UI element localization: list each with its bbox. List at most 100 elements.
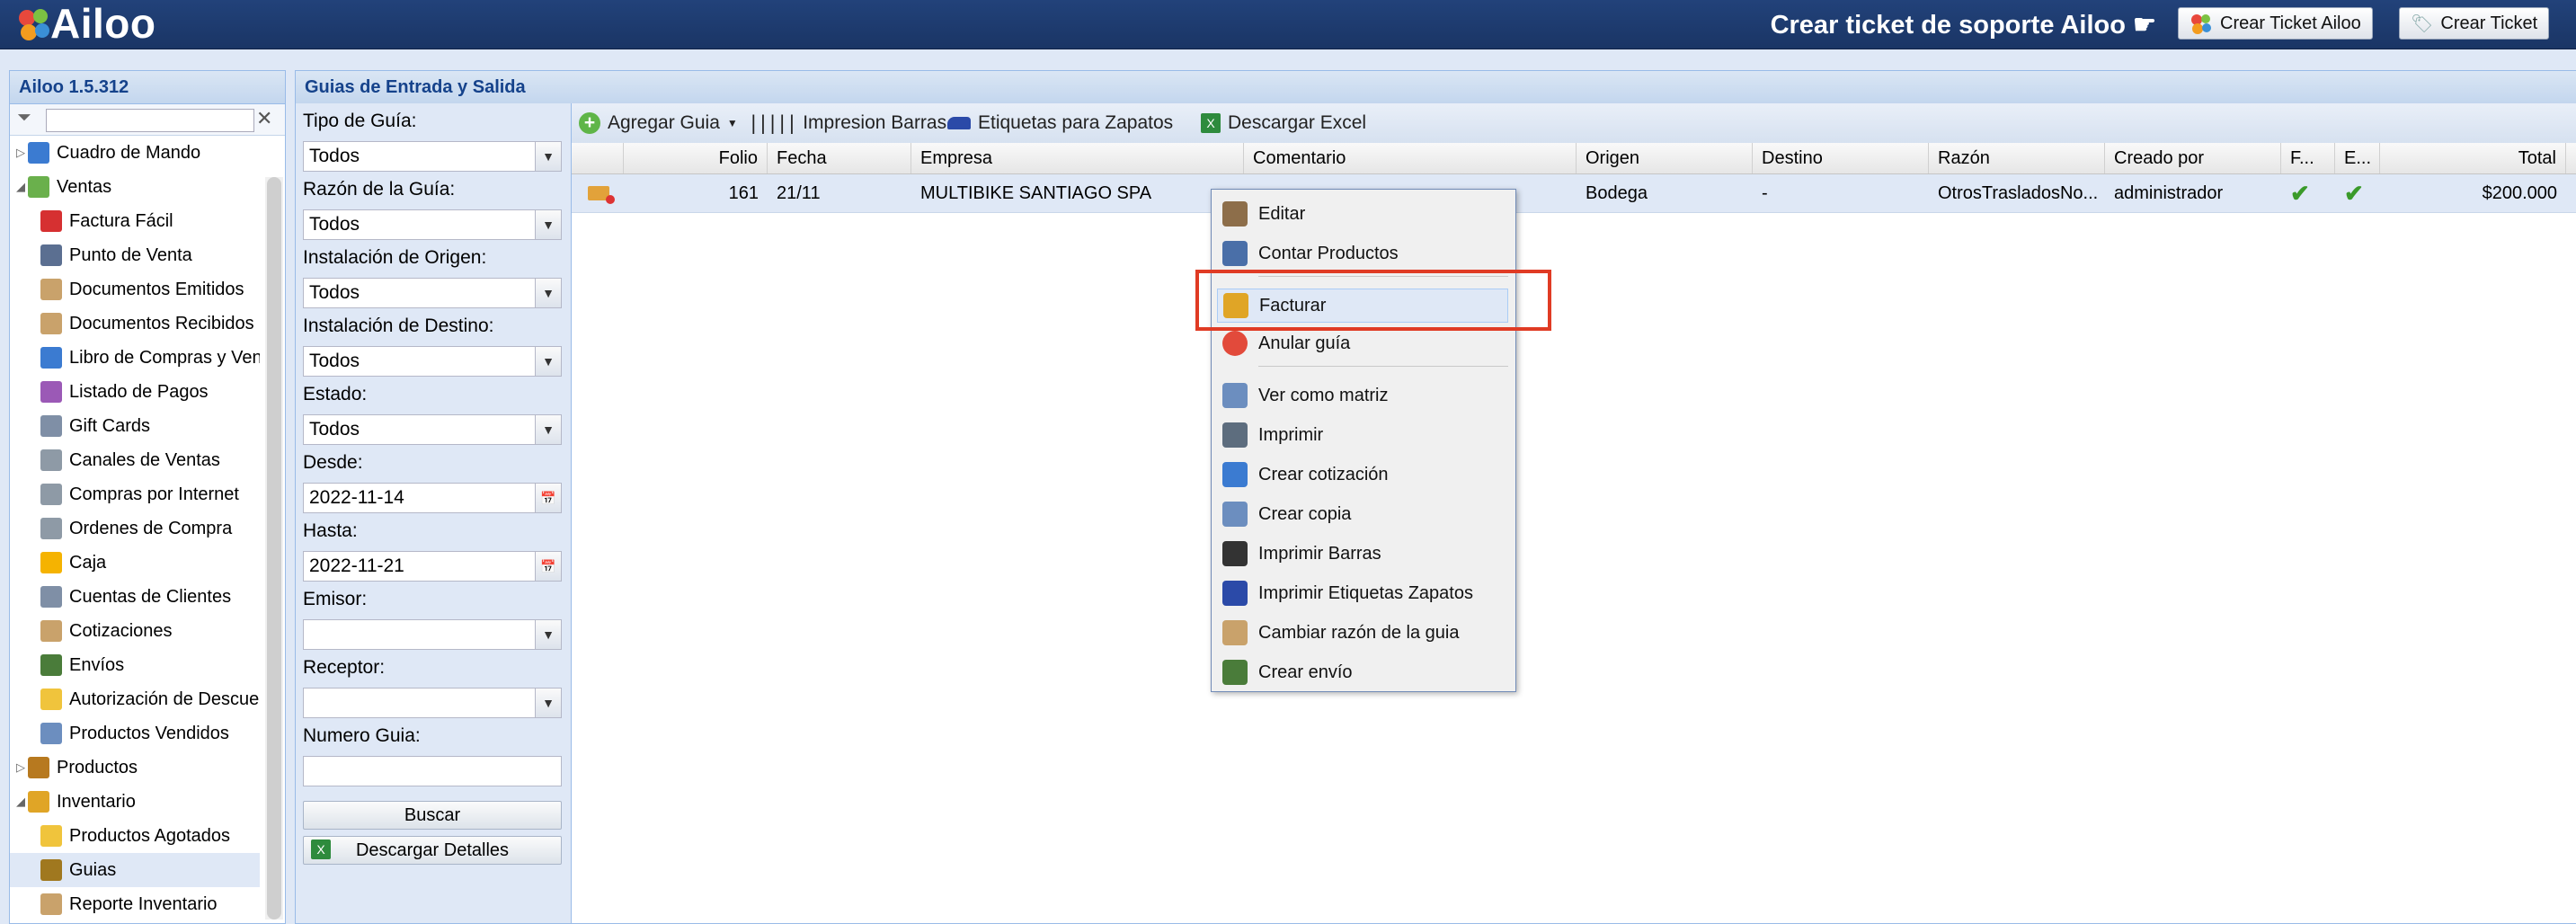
menu-item-crear-copia[interactable]: Crear copia <box>1217 497 1508 531</box>
menu-item-label: Anular guía <box>1258 333 1351 353</box>
sidebar-item-canales-de-ventas[interactable]: Canales de Ventas <box>10 443 260 477</box>
header-total[interactable]: Total <box>2380 143 2566 173</box>
sidebar-item-factura-fácil[interactable]: Factura Fácil <box>10 204 260 238</box>
sidebar-item-cotizaciones[interactable]: Cotizaciones <box>10 614 260 648</box>
menu-item-anular-guía[interactable]: Anular guía <box>1217 326 1508 360</box>
sidebar-item-envíos[interactable]: Envíos <box>10 648 260 682</box>
estado-select[interactable]: Todos ▼ <box>303 414 562 445</box>
sidebar-item-productos[interactable]: ▷ Productos <box>10 751 260 785</box>
header-destino[interactable]: Destino <box>1753 143 1929 173</box>
sidebar-item-label: Cuadro de Mando <box>57 142 201 163</box>
create-ticket-button[interactable]: 🏷 Crear Ticket <box>2399 7 2550 40</box>
sidebar-item-cuadro-de-mando[interactable]: ▷ Cuadro de Mando <box>10 136 260 170</box>
expanded-arrow-icon[interactable]: ◢ <box>13 795 28 809</box>
destino-select[interactable]: Todos ▼ <box>303 346 562 377</box>
facturar-highlight-box <box>1195 270 1551 331</box>
cart-icon <box>40 449 62 471</box>
receptor-select[interactable]: ▼ <box>303 688 562 718</box>
collapsed-arrow-icon[interactable]: ▷ <box>13 146 28 160</box>
sidebar-item-guias[interactable]: Guias <box>10 853 260 887</box>
collapsed-arrow-icon[interactable]: ▷ <box>13 760 28 775</box>
menu-item-imprimir-barras[interactable]: Imprimir Barras <box>1217 537 1508 571</box>
impresion-barras-button[interactable]: ||||| Impresion Barras <box>748 109 946 138</box>
sidebar-item-label: Productos Agotados <box>69 825 231 846</box>
sidebar-item-documentos-recibidos[interactable]: Documentos Recibidos <box>10 307 260 341</box>
menu-item-crear-envío[interactable]: Crear envío <box>1217 655 1508 689</box>
chevron-down-icon[interactable]: ▼ <box>535 210 561 239</box>
header-folio[interactable]: Folio <box>624 143 768 173</box>
book-icon <box>40 347 62 369</box>
header-e[interactable]: E... <box>2335 143 2380 173</box>
emisor-select[interactable]: ▼ <box>303 619 562 650</box>
razon-guia-select[interactable]: Todos ▼ <box>303 209 562 240</box>
sidebar-item-gift-cards[interactable]: Gift Cards <box>10 409 260 443</box>
scrollbar-thumb[interactable] <box>267 177 281 920</box>
calendar-icon[interactable]: 📅 <box>535 484 561 512</box>
calendar-icon[interactable]: 📅 <box>535 552 561 581</box>
sidebar-item-autorización-de-descuentos[interactable]: Autorización de Descuentos <box>10 682 260 716</box>
header-icon-col <box>572 143 624 173</box>
cell-fecha: 21/11 <box>777 183 821 203</box>
menu-item-label: Crear cotización <box>1258 464 1389 484</box>
buscar-button[interactable]: Buscar <box>303 801 562 830</box>
header-comentario[interactable]: Comentario <box>1244 143 1577 173</box>
clear-filter-icon[interactable]: ✕ <box>256 107 272 130</box>
chevron-down-icon[interactable]: ▼ <box>535 142 561 171</box>
sidebar-item-ordenes-de-compra[interactable]: Ordenes de Compra <box>10 511 260 546</box>
sidebar-item-compras-por-internet[interactable]: Compras por Internet <box>10 477 260 511</box>
etiquetas-zapatos-button[interactable]: Etiquetas para Zapatos <box>947 109 1173 138</box>
sidebar-item-listado-de-pagos[interactable]: Listado de Pagos <box>10 375 260 409</box>
dropdown-arrow-icon: ▼ <box>726 117 738 129</box>
sidebar-item-cuentas-de-clientes[interactable]: Cuentas de Clientes <box>10 580 260 614</box>
header-origen[interactable]: Origen <box>1577 143 1753 173</box>
header-empresa[interactable]: Empresa <box>911 143 1244 173</box>
header-creado-por[interactable]: Creado por <box>2105 143 2281 173</box>
top-bar: Ailoo Crear ticket de soporte Ailoo ☛ Cr… <box>0 0 2576 49</box>
sidebar-item-label: Gift Cards <box>69 415 151 436</box>
sidebar-item-ventas[interactable]: ◢ Ventas <box>10 170 260 204</box>
table-row[interactable]: 161 21/11 MULTIBIKE SANTIAGO SPA Bodega … <box>572 174 2576 213</box>
chevron-down-icon[interactable]: ▼ <box>535 279 561 307</box>
add-icon: + <box>579 112 600 134</box>
menu-item-contar-productos[interactable]: Contar Productos <box>1217 236 1508 271</box>
numero-guia-input[interactable] <box>303 756 562 786</box>
header-f[interactable]: F... <box>2281 143 2335 173</box>
sidebar-item-productos-vendidos[interactable]: Productos Vendidos <box>10 716 260 751</box>
expanded-arrow-icon[interactable]: ◢ <box>13 180 28 194</box>
menu-item-editar[interactable]: Editar <box>1217 197 1508 231</box>
sidebar-item-punto-de-venta[interactable]: Punto de Venta <box>10 238 260 272</box>
barcode-icon <box>1222 541 1248 566</box>
filter-funnel-icon[interactable]: ⏷ <box>17 108 31 129</box>
sidebar-item-libro-de-compras-y-ventas[interactable]: Libro de Compras y Ventas <box>10 341 260 375</box>
header-fecha[interactable]: Fecha <box>768 143 911 173</box>
menu-item-ver-como-matriz[interactable]: Ver como matriz <box>1217 378 1508 413</box>
chevron-down-icon[interactable]: ▼ <box>535 620 561 649</box>
create-ticket-ailoo-button[interactable]: Crear Ticket Ailoo <box>2178 7 2373 40</box>
create-ticket-ailoo-label: Crear Ticket Ailoo <box>2220 13 2361 33</box>
support-ticket-title: Crear ticket de soporte Ailoo ☛ <box>1770 11 2156 40</box>
origen-select[interactable]: Todos ▼ <box>303 278 562 308</box>
tree-filter-input[interactable] <box>46 109 254 132</box>
descargar-excel-button[interactable]: X Descargar Excel <box>1201 109 1366 138</box>
sidebar-item-caja[interactable]: Caja <box>10 546 260 580</box>
sidebar-item-inventario[interactable]: ◢ Inventario <box>10 785 260 819</box>
sidebar-item-reporte-inventario[interactable]: Reporte Inventario <box>10 887 260 921</box>
menu-item-crear-cotización[interactable]: Crear cotización <box>1217 458 1508 492</box>
header-razon[interactable]: Razón <box>1929 143 2105 173</box>
sidebar-item-productos-agotados[interactable]: Productos Agotados <box>10 819 260 853</box>
chevron-down-icon[interactable]: ▼ <box>535 347 561 376</box>
desde-date-field[interactable]: 2022-11-14 📅 <box>303 483 562 513</box>
chevron-down-icon[interactable]: ▼ <box>535 415 561 444</box>
tree-scrollbar[interactable] <box>265 177 283 920</box>
menu-item-imprimir-etiquetas-zapatos[interactable]: Imprimir Etiquetas Zapatos <box>1217 576 1508 610</box>
agregar-guia-button[interactable]: + Agregar Guia ▼ <box>579 109 738 138</box>
menu-item-label: Ver como matriz <box>1258 385 1389 405</box>
chevron-down-icon[interactable]: ▼ <box>535 689 561 717</box>
descargar-detalles-button[interactable]: X Descargar Detalles <box>303 836 562 865</box>
matrix-icon <box>1222 383 1248 408</box>
hasta-date-field[interactable]: 2022-11-21 📅 <box>303 551 562 582</box>
menu-item-imprimir[interactable]: Imprimir <box>1217 418 1508 452</box>
menu-item-cambiar-razón-de-la-guia[interactable]: Cambiar razón de la guia <box>1217 616 1508 650</box>
tipo-guia-select[interactable]: Todos ▼ <box>303 141 562 172</box>
sidebar-item-documentos-emitidos[interactable]: Documentos Emitidos <box>10 272 260 307</box>
